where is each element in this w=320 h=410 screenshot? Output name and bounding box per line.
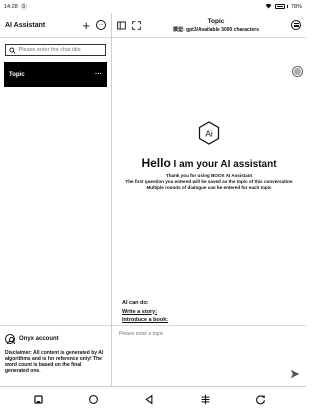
battery-icon [274,4,288,9]
avatar-icon [5,334,15,345]
search-box[interactable] [5,44,106,56]
notification-icon: Ⓓ [20,5,27,11]
topic-more-icon[interactable]: ··· [95,71,102,78]
circle-home-icon[interactable] [87,393,99,405]
triangle-back-icon[interactable] [143,393,155,405]
status-bar: 14:28 Ⓓ 78% [0,0,306,13]
square-back-icon[interactable] [32,393,44,405]
ai-logo-icon: Ai [198,121,220,145]
more-options-icon[interactable]: ··· [96,20,106,30]
floating-ball-icon[interactable] [292,66,303,77]
sidebar: AI Assistant + ··· Topic ··· Onyx accoun… [0,13,112,386]
wifi-icon [265,3,272,11]
sidebar-footer: Onyx account Disclaimer: All content is … [0,325,111,379]
welcome-panel: Ai Hello I am your AI assistant Thank yo… [112,121,306,191]
app-title: AI Assistant [5,21,46,29]
suggestion-write-story[interactable]: Write a story: [122,308,168,317]
chat-pane: Topic 模型: gpt3/Available 3000 characters… [112,13,306,386]
topic-list-item[interactable]: Topic ··· [4,62,107,87]
model-info: 模型: gpt3/Available 3000 characters [173,26,259,33]
sidebar-header: AI Assistant + ··· [0,13,111,38]
svg-text:Ai: Ai [205,129,213,139]
welcome-line: Multiple rounds of dialogue can be enter… [146,185,272,190]
search-input[interactable] [18,47,102,53]
account-button[interactable]: Onyx account [5,334,106,345]
disclaimer-text: Disclaimer: All content is generated by … [5,350,104,374]
sidebar-toggle-icon[interactable] [117,21,126,30]
topic-label: Topic [9,71,25,78]
search-icon [9,47,16,54]
status-time: 14:28 [4,3,18,10]
refresh-icon[interactable] [254,393,266,405]
message-composer [112,325,306,386]
suggestion-introduce-book[interactable]: Introduce a book: [122,316,168,325]
hello-rest: I am your AI assistant [170,159,277,170]
hello-heading: Hello I am your AI assistant [112,156,306,170]
menu-icon[interactable] [291,20,301,30]
send-icon[interactable] [290,369,300,379]
chat-header: Topic 模型: gpt3/Available 3000 characters [112,13,306,38]
menu-adjust-icon[interactable] [199,393,211,405]
message-input[interactable] [119,331,289,371]
add-topic-icon[interactable]: + [82,19,90,32]
navigation-bar [0,386,306,410]
account-name: Onyx account [19,336,59,342]
chat-title: Topic [207,17,225,25]
fullscreen-icon[interactable] [132,20,141,30]
capabilities-list: AI can do: Write a story: Introduce a bo… [122,299,168,325]
battery-level: 78% [290,3,302,10]
hello-word: Hello [141,156,171,170]
capabilities-label: AI can do: [122,300,149,306]
